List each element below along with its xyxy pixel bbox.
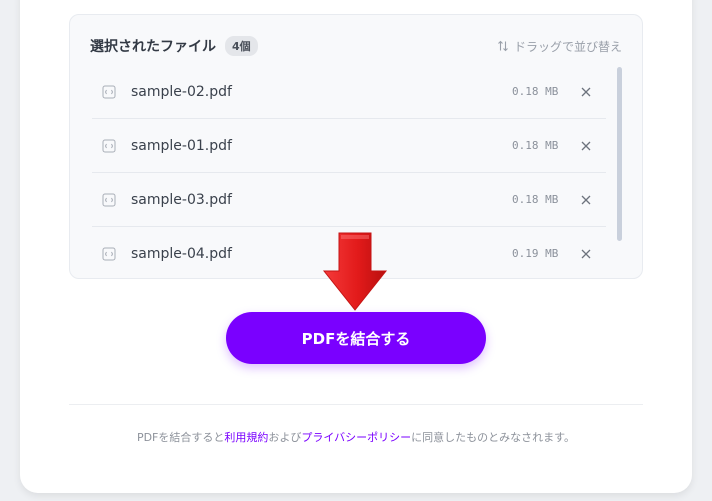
terms-middle: および [268,431,302,444]
pdf-file-icon [101,138,117,154]
file-list-scrollbar[interactable] [617,67,622,241]
file-size: 0.19 MB [512,247,559,260]
pdf-file-icon [101,192,117,208]
panel-header: 選択されたファイル 4個 ドラッグで並び替え [90,35,622,57]
down-arrow-icon [322,232,388,311]
file-row[interactable]: sample-01.pdf 0.18 MB [92,119,606,173]
merge-pdf-button[interactable]: PDFを結合する [226,312,486,364]
file-name: sample-01.pdf [131,137,232,154]
file-count-badge: 4個 [225,36,258,56]
panel-title: 選択されたファイル [90,39,216,55]
pdf-file-icon [101,246,117,262]
file-name: sample-02.pdf [131,83,232,100]
sort-hint: ドラッグで並び替え [497,38,622,55]
file-row[interactable]: sample-03.pdf 0.18 MB [92,173,606,227]
remove-file-icon[interactable] [579,193,593,207]
terms-notice: PDFを結合すると利用規約およびプライバシーポリシーに同意したものとみなされます… [0,429,712,445]
remove-file-icon[interactable] [579,85,593,99]
file-size: 0.18 MB [512,193,559,206]
file-name: sample-04.pdf [131,245,232,262]
footer-divider [69,404,643,405]
privacy-policy-link[interactable]: プライバシーポリシー [301,431,411,444]
terms-of-service-link[interactable]: 利用規約 [224,431,268,444]
pdf-file-icon [101,84,117,100]
remove-file-icon[interactable] [579,247,593,261]
terms-prefix: PDFを結合すると [136,431,225,444]
sort-hint-label: ドラッグで並び替え [513,39,622,54]
remove-file-icon[interactable] [579,139,593,153]
file-size: 0.18 MB [512,85,559,98]
sort-updown-icon [498,40,508,52]
file-size: 0.18 MB [512,139,559,152]
terms-suffix: に同意したものとみなされます。 [411,431,576,444]
file-name: sample-03.pdf [131,191,232,208]
file-row[interactable]: sample-02.pdf 0.18 MB [92,65,606,119]
